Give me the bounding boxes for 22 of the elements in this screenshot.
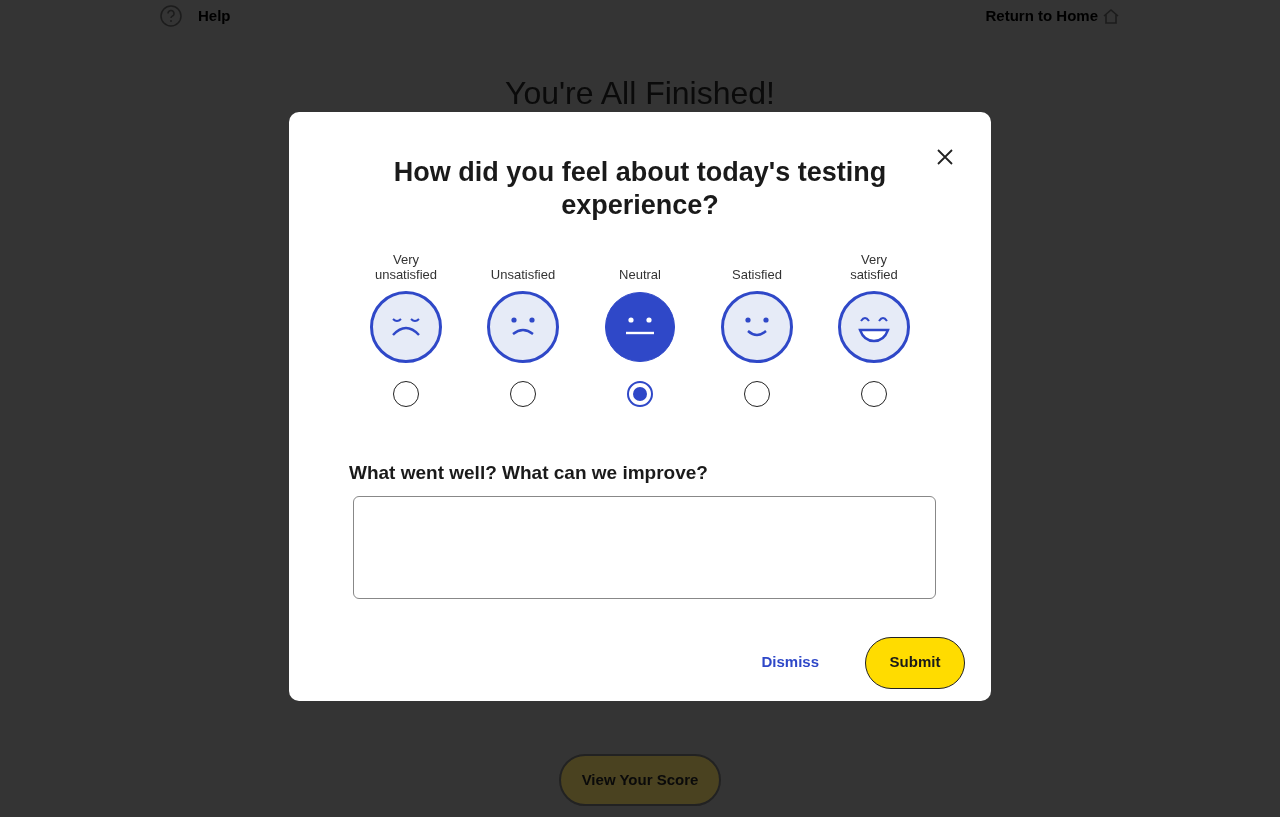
radio-button[interactable] bbox=[744, 381, 770, 407]
dialog-title: How did you feel about today's testing experience? bbox=[392, 156, 888, 222]
option-label: Satisfied bbox=[731, 267, 783, 282]
neutral-face-icon[interactable] bbox=[604, 291, 676, 363]
very-sad-face-icon[interactable] bbox=[370, 291, 442, 363]
house-icon bbox=[1102, 8, 1120, 24]
feedback-label: What went well? What can we improve? bbox=[349, 461, 709, 485]
radio-button[interactable] bbox=[510, 381, 536, 407]
radio-button[interactable] bbox=[627, 381, 653, 407]
radio-button[interactable] bbox=[861, 381, 887, 407]
view-score-button[interactable]: View Your Score bbox=[559, 754, 721, 806]
option-label: Very unsatisfied bbox=[373, 252, 439, 282]
dismiss-link[interactable]: Dismiss bbox=[757, 647, 823, 678]
smiling-face-icon[interactable] bbox=[721, 291, 793, 363]
radio-button[interactable] bbox=[393, 381, 419, 407]
grinning-face-icon[interactable] bbox=[838, 291, 910, 363]
sad-face-icon[interactable] bbox=[487, 291, 559, 363]
submit-button[interactable]: Submit bbox=[865, 636, 965, 689]
feedback-field[interactable] bbox=[353, 495, 936, 599]
option-label: Very satisfied bbox=[849, 252, 899, 282]
option-label: Neutral bbox=[618, 267, 662, 282]
option-label: Unsatisfied bbox=[489, 267, 557, 282]
